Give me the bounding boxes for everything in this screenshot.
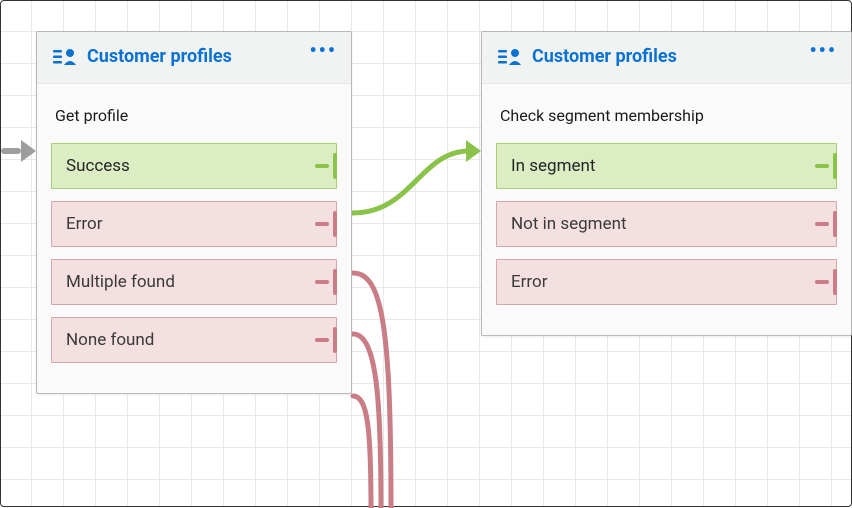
more-menu-icon[interactable]: ••• <box>809 40 837 60</box>
output-port-icon <box>321 211 337 237</box>
outcome-in-segment[interactable]: In segment <box>496 143 837 189</box>
node-header[interactable]: Customer profiles ••• <box>37 32 351 84</box>
outcome-label: In segment <box>511 156 595 176</box>
outcome-label: Success <box>66 156 130 176</box>
node-body: Check segment membership In segment Not … <box>482 84 851 335</box>
outcome-label: Error <box>511 272 547 292</box>
outcome-success[interactable]: Success <box>51 143 337 189</box>
outcome-error[interactable]: Error <box>51 201 337 247</box>
node-header[interactable]: Customer profiles ••• <box>482 32 851 84</box>
customer-profiles-icon <box>498 47 522 67</box>
node-subtitle: Get profile <box>55 106 333 125</box>
node-title: Customer profiles <box>87 46 232 67</box>
outcome-label: Error <box>66 214 102 234</box>
node-title: Customer profiles <box>532 46 677 67</box>
output-port-icon <box>821 153 837 179</box>
output-port-icon <box>821 269 837 295</box>
node-body: Get profile Success Error Multiple found… <box>37 84 351 393</box>
output-port-icon <box>321 153 337 179</box>
outcome-label: Not in segment <box>511 214 627 234</box>
outcome-not-in-segment[interactable]: Not in segment <box>496 201 837 247</box>
output-port-icon <box>321 269 337 295</box>
more-menu-icon[interactable]: ••• <box>309 40 337 60</box>
output-port-icon <box>321 327 337 353</box>
flow-canvas[interactable]: Customer profiles ••• Get profile Succes… <box>0 0 852 507</box>
outcome-none-found[interactable]: None found <box>51 317 337 363</box>
flow-node-get-profile[interactable]: Customer profiles ••• Get profile Succes… <box>36 31 352 394</box>
flow-node-check-segment[interactable]: Customer profiles ••• Check segment memb… <box>481 31 852 336</box>
customer-profiles-icon <box>53 47 77 67</box>
outcome-label: None found <box>66 330 154 350</box>
outcome-label: Multiple found <box>66 272 175 292</box>
output-port-icon <box>821 211 837 237</box>
node-subtitle: Check segment membership <box>500 106 833 125</box>
outcome-error[interactable]: Error <box>496 259 837 305</box>
outcome-multiple-found[interactable]: Multiple found <box>51 259 337 305</box>
